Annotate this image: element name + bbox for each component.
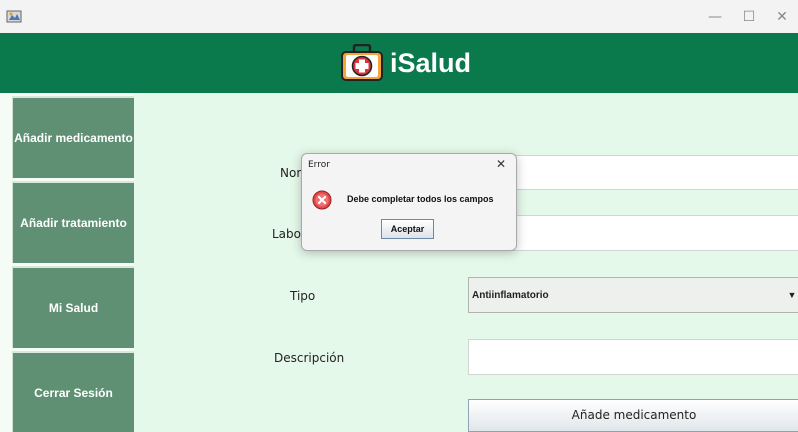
medication-form: Nom Labor Tipo Antiinflamatorio ▼ Descri… [134,93,798,432]
sidebar-item-logout[interactable]: Cerrar Sesión [12,351,134,432]
minimize-button[interactable]: — [700,6,730,28]
sidebar: Añadir medicamento Añadir tratamiento Mi… [12,93,134,432]
dialog-message: Debe completar todos los campos [347,194,494,204]
name-field[interactable] [468,155,798,190]
maximize-button[interactable]: ☐ [734,6,764,28]
error-icon [312,190,332,210]
app-title: iSalud [390,47,472,78]
window-close-button[interactable]: ✕ [767,6,797,28]
laboratory-field[interactable] [468,215,798,251]
window-title-bar: — ☐ ✕ [0,0,798,33]
error-dialog: Error ✕ Debe completar todos los campos … [301,153,517,251]
dialog-close-icon[interactable]: ✕ [496,157,506,171]
sidebar-item-add-treatment[interactable]: Añadir tratamiento [12,181,134,263]
first-aid-kit-icon [341,44,383,81]
sidebar-item-add-medication[interactable]: Añadir medicamento [12,96,134,178]
type-select[interactable]: Antiinflamatorio ▼ [468,277,798,313]
chevron-down-icon[interactable]: ▼ [785,278,798,312]
type-label: Tipo [290,289,316,303]
app-header: iSalud [0,33,798,93]
dialog-title: Error [308,160,330,170]
app-logo: iSalud [340,40,471,86]
java-app-icon [6,10,22,23]
add-medication-button[interactable]: Añade medicamento [468,399,798,432]
dialog-ok-button[interactable]: Aceptar [381,219,434,239]
sidebar-item-my-health[interactable]: Mi Salud [12,266,134,348]
type-select-value: Antiinflamatorio [472,290,549,301]
description-label: Descripción [274,351,345,365]
description-field[interactable] [468,339,798,375]
